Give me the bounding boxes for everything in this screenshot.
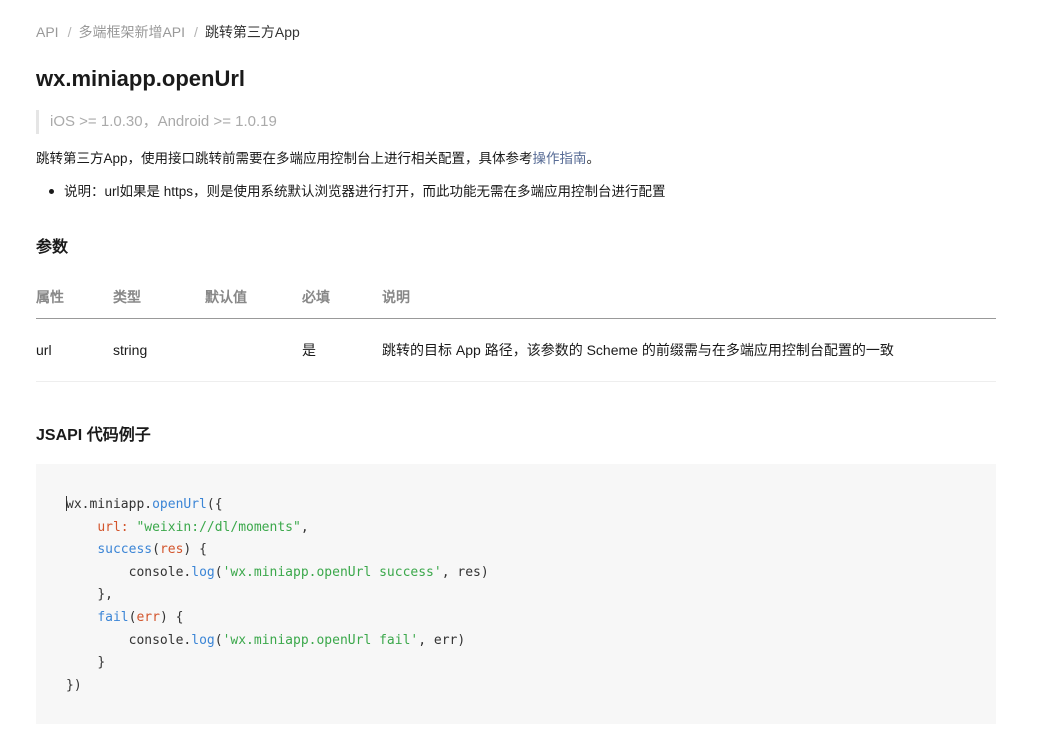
table-header-row: 属性 类型 默认值 必填 说明 bbox=[36, 276, 996, 319]
column-header-required: 必填 bbox=[302, 276, 382, 319]
description: 跳转第三方App，使用接口跳转前需要在多端应用控制台上进行相关配置，具体参考操作… bbox=[36, 148, 600, 170]
params-table: 属性 类型 默认值 必填 说明 url string 是 跳转的目标 App 路… bbox=[36, 276, 996, 382]
breadcrumb-separator: / bbox=[194, 24, 198, 40]
code-content: wx.miniapp.openUrl({ url: "weixin://dl/m… bbox=[66, 496, 489, 693]
breadcrumb: API / 多端框架新增API / 跳转第三方App bbox=[36, 22, 300, 42]
description-suffix: 。 bbox=[586, 151, 601, 166]
column-header-type: 类型 bbox=[113, 276, 205, 319]
table-row: url string 是 跳转的目标 App 路径，该参数的 Scheme 的前… bbox=[36, 318, 996, 382]
description-text: 跳转第三方App，使用接口跳转前需要在多端应用控制台上进行相关配置，具体参考 bbox=[36, 151, 533, 166]
column-header-default: 默认值 bbox=[205, 276, 302, 319]
cell-property: url bbox=[36, 318, 113, 382]
column-header-description: 说明 bbox=[382, 276, 996, 319]
guide-link[interactable]: 操作指南 bbox=[533, 151, 587, 166]
cell-description: 跳转的目标 App 路径，该参数的 Scheme 的前缀需与在多端应用控制台配置… bbox=[382, 318, 996, 382]
bullet-icon bbox=[49, 189, 54, 194]
breadcrumb-current: 跳转第三方App bbox=[204, 24, 300, 40]
code-example-heading: JSAPI 代码例子 bbox=[36, 427, 151, 444]
note-list-item: 说明：url如果是 https，则是使用系统默认浏览器进行打开，而此功能无需在多… bbox=[36, 181, 666, 203]
column-header-property: 属性 bbox=[36, 276, 113, 319]
code-block[interactable]: wx.miniapp.openUrl({ url: "weixin://dl/m… bbox=[36, 464, 996, 724]
breadcrumb-separator: / bbox=[67, 24, 72, 40]
page-title: wx.miniapp.openUrl bbox=[36, 66, 246, 91]
version-note: iOS >= 1.0.30，Android >= 1.0.19 bbox=[36, 110, 277, 134]
cell-type: string bbox=[113, 318, 205, 382]
note-text: 说明：url如果是 https，则是使用系统默认浏览器进行打开，而此功能无需在多… bbox=[64, 184, 666, 199]
breadcrumb-item-api[interactable]: API bbox=[36, 24, 59, 40]
breadcrumb-item-multi-framework-api[interactable]: 多端框架新增API bbox=[78, 24, 185, 40]
cell-required: 是 bbox=[302, 318, 382, 382]
params-heading: 参数 bbox=[36, 239, 69, 256]
cell-default bbox=[205, 318, 302, 382]
